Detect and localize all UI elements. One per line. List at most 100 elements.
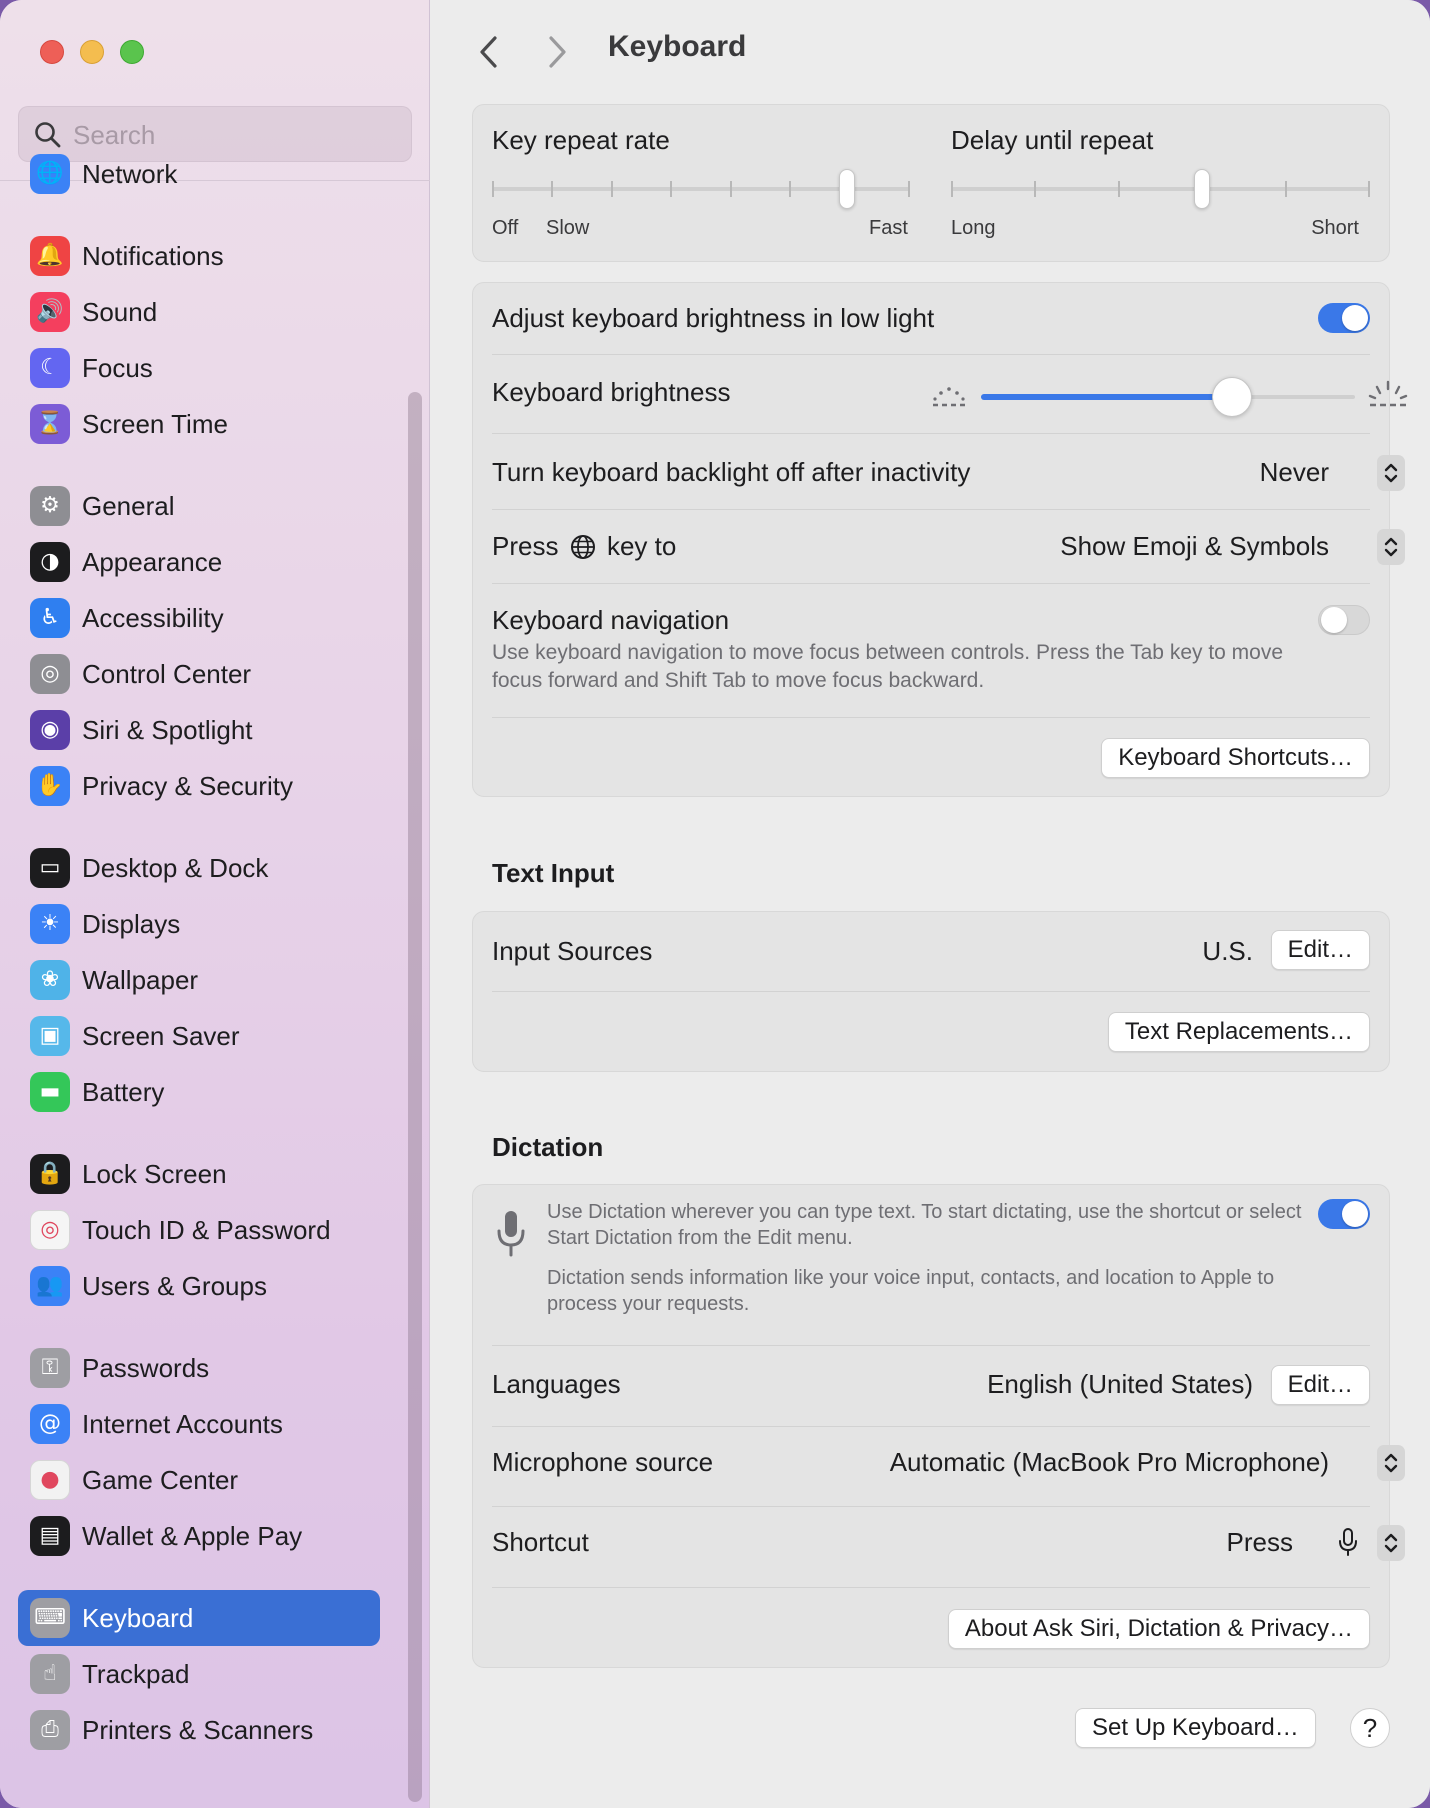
sidebar-item-internet-accounts[interactable]: @ Internet Accounts — [18, 1396, 380, 1452]
sidebar-item-network[interactable]: 🌐 Network — [18, 146, 380, 202]
keyboard-brightness-slider[interactable] — [981, 375, 1355, 419]
delay-long-label: Long — [951, 217, 996, 239]
hand-icon: ✋ — [30, 766, 70, 806]
sidebar-item-focus[interactable]: ☾ Focus — [18, 340, 380, 396]
shortcut-stepper[interactable] — [1377, 1525, 1405, 1561]
press-suffix: key to — [606, 531, 677, 561]
dictation-toggle[interactable] — [1318, 1199, 1370, 1229]
sidebar-item-users-groups[interactable]: 👥 Users & Groups — [18, 1258, 380, 1314]
delay-repeat-slider[interactable] — [951, 167, 1370, 211]
slider-tick — [1368, 181, 1370, 197]
row-separator — [492, 583, 1370, 584]
input-sources-label: Input Sources — [492, 936, 653, 966]
row-separator — [492, 717, 1370, 718]
sidebar-scrollbar[interactable] — [408, 392, 422, 1802]
sidebar-item-privacy-security[interactable]: ✋ Privacy & Security — [18, 758, 380, 814]
sidebar-item-label: Displays — [82, 909, 181, 939]
sidebar-item-label: Internet Accounts — [82, 1409, 283, 1439]
globe-key-action-value[interactable]: Show Emoji & Symbols — [1060, 531, 1329, 562]
toggle-knob — [1342, 1201, 1368, 1227]
sidebar-item-wallpaper[interactable]: ❀ Wallpaper — [18, 952, 380, 1008]
sidebar-item-battery[interactable]: ▬ Battery — [18, 1064, 380, 1120]
slider-tick — [492, 181, 494, 197]
languages-edit-button[interactable]: Edit… — [1270, 1365, 1370, 1405]
at-icon: @ — [30, 1404, 70, 1444]
sidebar-item-label: Printers & Scanners — [82, 1715, 314, 1745]
up-down-chevron-icon — [1384, 463, 1398, 483]
back-button[interactable] — [473, 32, 505, 72]
delay-repeat-track — [951, 187, 1370, 191]
screen-saver-icon: ▣ — [30, 1016, 70, 1056]
forward-button[interactable] — [541, 32, 573, 72]
sidebar-item-trackpad[interactable]: ☝ Trackpad — [18, 1646, 380, 1702]
sidebar-item-passwords[interactable]: ⚿ Passwords — [18, 1340, 380, 1396]
slider-tick — [1117, 181, 1120, 197]
key-repeat-knob[interactable] — [839, 169, 856, 209]
minimize-window-button[interactable] — [80, 40, 104, 64]
sidebar-item-appearance[interactable]: ◑ Appearance — [18, 534, 380, 590]
delay-short-label: Short — [1311, 217, 1359, 239]
sidebar-item-lock-screen[interactable]: 🔒 Lock Screen — [18, 1146, 380, 1202]
about-dictation-privacy-button[interactable]: About Ask Siri, Dictation & Privacy… — [947, 1609, 1370, 1649]
sidebar-item-printers-scanners[interactable]: ⎙ Printers & Scanners — [18, 1702, 380, 1758]
slider-tick — [1284, 181, 1287, 197]
key-repeat-card: Key repeat rate Off Slow Fast Delay unti… — [472, 104, 1390, 262]
globe-key-action-stepper[interactable] — [1377, 529, 1405, 565]
keyboard-settings-card: Adjust keyboard brightness in low light … — [472, 282, 1408, 797]
sidebar-item-label: Screen Time — [82, 409, 228, 439]
keyboard-icon: ⌨ — [30, 1598, 70, 1638]
sidebar-item-touch-id-password[interactable]: ◎ Touch ID & Password — [18, 1202, 380, 1258]
chevron-left-icon — [480, 36, 497, 68]
zoom-window-button[interactable] — [120, 40, 144, 64]
row-separator — [492, 1345, 1370, 1346]
slider-tick — [551, 181, 554, 197]
languages-value: English (United States) — [987, 1369, 1253, 1399]
text-replacements-button[interactable]: Text Replacements… — [1107, 1012, 1370, 1052]
globe-icon: 🌐 — [30, 154, 70, 194]
delay-repeat-knob[interactable] — [1194, 169, 1211, 209]
input-sources-edit-button[interactable]: Edit… — [1270, 930, 1370, 970]
sidebar-item-siri-spotlight[interactable]: ◉ Siri & Spotlight — [18, 702, 380, 758]
adjust-brightness-toggle[interactable] — [1318, 303, 1370, 333]
sidebar-item-screen-time[interactable]: ⌛ Screen Time — [18, 396, 380, 452]
set-up-keyboard-button[interactable]: Set Up Keyboard… — [1075, 1708, 1316, 1748]
microphone-source-label: Microphone source — [492, 1447, 714, 1477]
sidebar-item-notifications[interactable]: 🔔 Notifications — [18, 228, 380, 284]
printer-icon: ⎙ — [30, 1710, 70, 1750]
appearance-icon: ◑ — [30, 542, 70, 582]
sidebar-item-label: Appearance — [82, 547, 223, 577]
keyboard-brightness-label: Keyboard brightness — [492, 377, 731, 407]
sidebar-item-displays[interactable]: ☀ Displays — [18, 896, 380, 952]
shortcut-label: Shortcut — [492, 1527, 589, 1557]
keyboard-shortcuts-button[interactable]: Keyboard Shortcuts… — [1101, 738, 1370, 778]
sidebar-item-label: Trackpad — [82, 1659, 190, 1689]
adjust-brightness-label: Adjust keyboard brightness in low light — [492, 303, 935, 333]
brightness-knob[interactable] — [1211, 377, 1252, 417]
microphone-source-stepper[interactable] — [1377, 1445, 1405, 1481]
sidebar-item-label: Passwords — [82, 1353, 210, 1383]
sidebar-item-wallet-apple-pay[interactable]: ▤ Wallet & Apple Pay — [18, 1508, 380, 1564]
backlight-timeout-stepper[interactable] — [1377, 455, 1405, 491]
help-button[interactable]: ? — [1350, 1708, 1390, 1748]
close-window-button[interactable] — [40, 40, 64, 64]
key-repeat-slider[interactable] — [492, 167, 910, 211]
sidebar-item-accessibility[interactable]: ♿ Accessibility — [18, 590, 380, 646]
sidebar-item-label: Desktop & Dock — [82, 853, 269, 883]
backlight-timeout-value[interactable]: Never — [1260, 457, 1329, 488]
sidebar-item-general[interactable]: ⚙ General — [18, 478, 380, 534]
sidebar-item-game-center[interactable]: ● Game Center — [18, 1452, 380, 1508]
slider-tick — [729, 181, 732, 197]
shortcut-value[interactable]: Press — [1227, 1527, 1293, 1558]
fingerprint-icon: ◎ — [30, 1210, 70, 1250]
sidebar-item-desktop-dock[interactable]: ▭ Desktop & Dock — [18, 840, 380, 896]
brightness-fill — [981, 394, 1232, 400]
sidebar-item-sound[interactable]: 🔊 Sound — [18, 284, 380, 340]
sidebar-item-keyboard[interactable]: ⌨ Keyboard — [18, 1590, 380, 1646]
keyboard-navigation-toggle[interactable] — [1318, 605, 1370, 635]
sidebar-item-screen-saver[interactable]: ▣ Screen Saver — [18, 1008, 380, 1064]
siri-icon: ◉ — [30, 710, 70, 750]
microphone-source-value[interactable]: Automatic (MacBook Pro Microphone) — [890, 1447, 1329, 1478]
row-separator — [492, 433, 1370, 434]
up-down-chevron-icon — [1384, 1453, 1398, 1473]
sidebar-item-control-center[interactable]: ◎ Control Center — [18, 646, 380, 702]
